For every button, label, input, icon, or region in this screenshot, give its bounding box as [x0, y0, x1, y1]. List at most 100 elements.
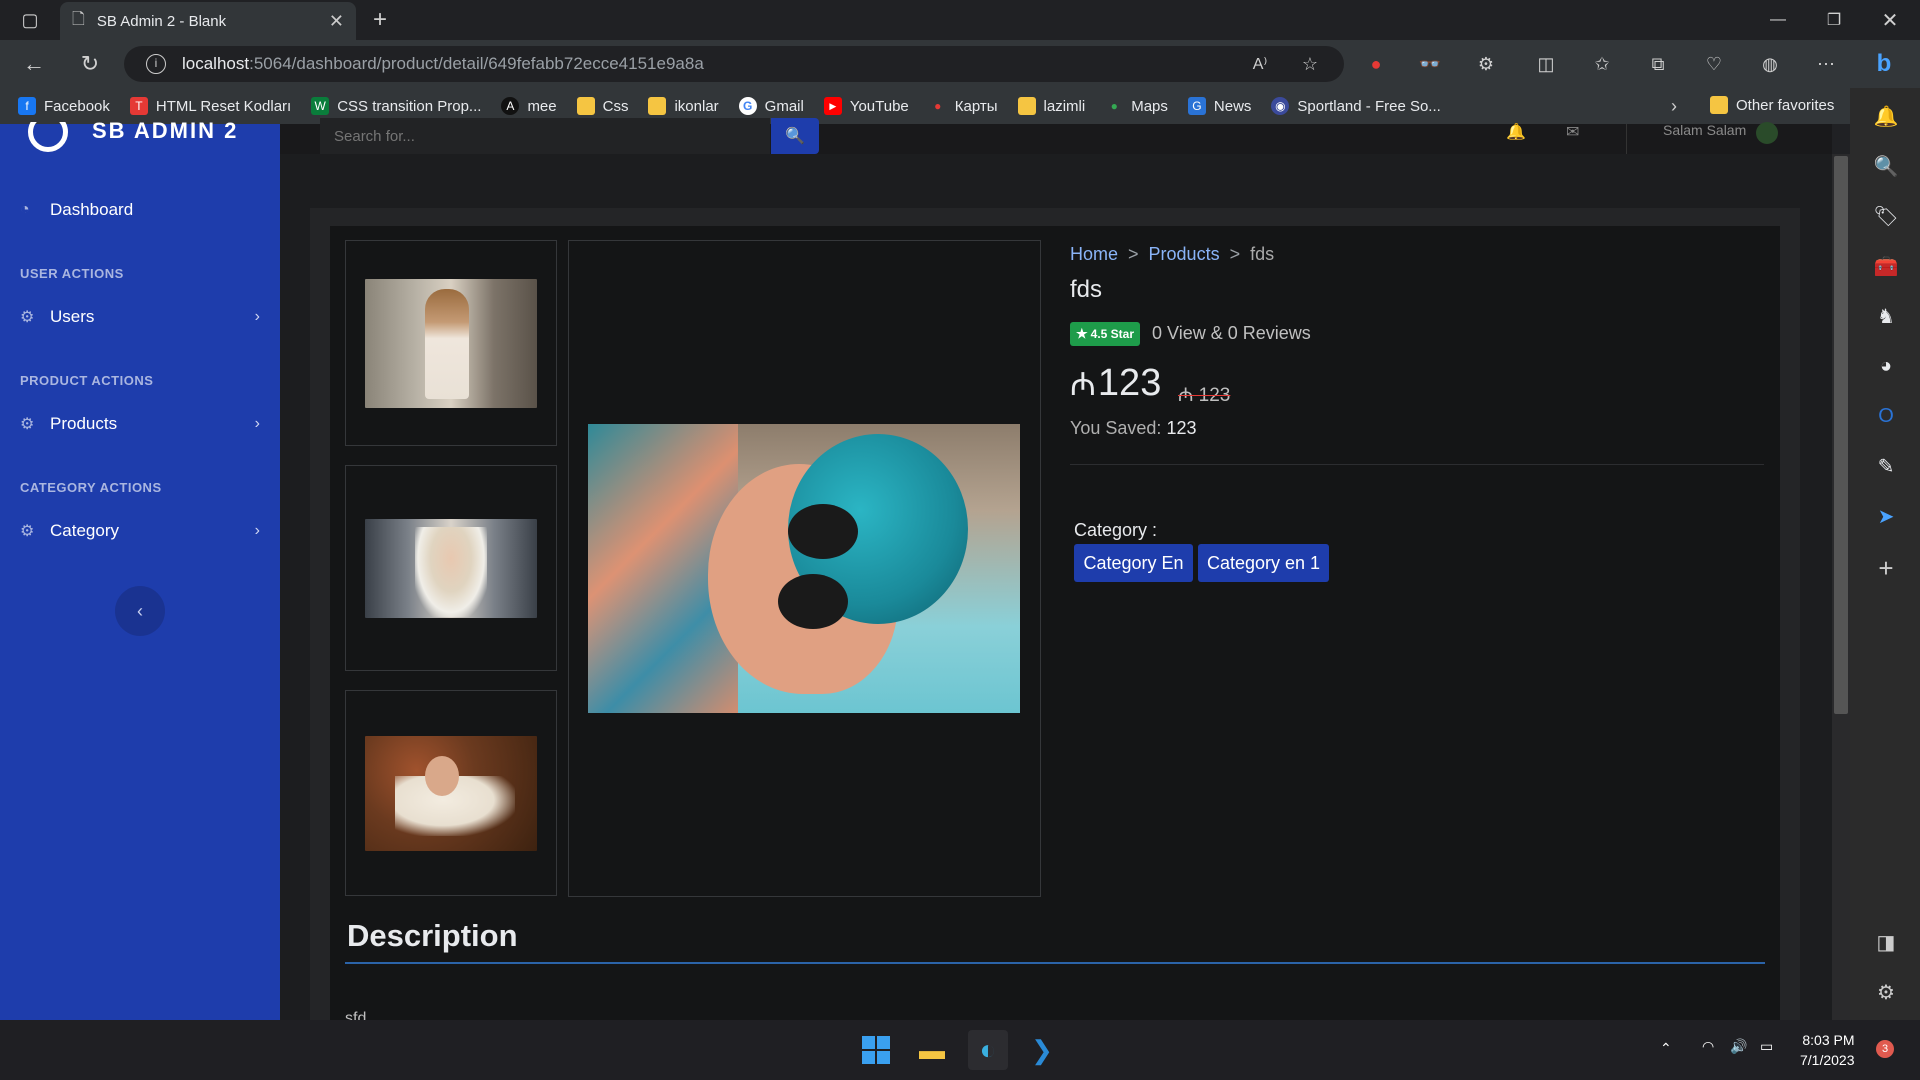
- add-icon[interactable]: +: [1866, 548, 1906, 588]
- breadcrumb-separator: >: [1229, 244, 1241, 264]
- breadcrumb-products[interactable]: Products: [1149, 244, 1220, 265]
- sidebar-item-users[interactable]: ⚙ Users ›: [20, 307, 260, 327]
- section-heading-user-actions: USER ACTIONS: [20, 266, 124, 281]
- category-tag-1[interactable]: Category En: [1074, 544, 1193, 582]
- edge-browser-icon[interactable]: ◐: [968, 1030, 1008, 1070]
- clock-time: 8:03 PM: [1802, 1032, 1855, 1048]
- close-window-button[interactable]: ✕: [1862, 0, 1918, 40]
- sidebar-toggle-icon[interactable]: ◨: [1866, 922, 1906, 962]
- sportland-icon: ◉: [1271, 97, 1290, 115]
- designer-icon[interactable]: ✎: [1866, 446, 1906, 486]
- search-input[interactable]: [320, 118, 770, 154]
- search-button[interactable]: 🔍: [771, 118, 819, 154]
- sidebar-item-category[interactable]: ⚙ Category ›: [20, 521, 260, 541]
- bookmark-folder-css[interactable]: Css: [576, 97, 628, 115]
- cog-icon: ⚙: [20, 416, 35, 433]
- extensions-icon[interactable]: ⚙: [1468, 46, 1504, 82]
- thumbnail-2[interactable]: [345, 465, 557, 671]
- map-pin-icon: ●: [1110, 99, 1118, 113]
- chevron-right-icon: ›: [254, 415, 260, 432]
- vscode-icon[interactable]: ❯: [1022, 1030, 1062, 1070]
- clock[interactable]: 8:03 PM 7/1/2023: [1800, 1030, 1855, 1070]
- favorite-star-icon[interactable]: ☆: [1292, 46, 1328, 82]
- extension-glasses-icon[interactable]: 👓: [1412, 46, 1448, 82]
- wifi-icon[interactable]: ◠: [1702, 1038, 1714, 1055]
- more-menu-icon[interactable]: ⋯: [1808, 46, 1844, 82]
- thumbnail-3[interactable]: [345, 690, 557, 896]
- restore-button[interactable]: ❐: [1806, 0, 1862, 40]
- favorites-icon[interactable]: ✩: [1584, 46, 1620, 82]
- read-aloud-icon[interactable]: A⁾: [1242, 46, 1278, 82]
- breadcrumb: Home > Products > fds: [1070, 244, 1274, 265]
- tab-actions-icon[interactable]: ▢: [12, 2, 48, 38]
- settings-gear-icon[interactable]: ⚙: [1866, 972, 1906, 1012]
- product-title: fds: [1070, 276, 1103, 303]
- info-icon[interactable]: i: [146, 54, 166, 74]
- sidebar-collapse-button[interactable]: ‹: [115, 586, 165, 636]
- minimize-button[interactable]: —: [1750, 0, 1806, 40]
- microsoft365-icon[interactable]: ◕: [1866, 346, 1906, 386]
- thumbnail-1[interactable]: [345, 240, 557, 446]
- bookmark-youtube[interactable]: ▶ YouTube: [823, 97, 909, 115]
- folder-icon: [648, 97, 667, 115]
- search-icon: 🔍: [785, 128, 805, 145]
- user-name[interactable]: Salam Salam: [1663, 122, 1746, 138]
- bing-copilot-icon[interactable]: b: [1866, 46, 1902, 82]
- bookmark-folder-ikonlar[interactable]: ikonlar: [648, 97, 719, 115]
- you-saved: You Saved: 123: [1070, 418, 1197, 438]
- send-icon[interactable]: ➤: [1866, 496, 1906, 536]
- battery-icon[interactable]: ▭: [1760, 1038, 1773, 1055]
- bookmark-gmail[interactable]: G Gmail: [738, 97, 804, 115]
- sidebar-item-dashboard[interactable]: ◔ Dashboard: [20, 200, 260, 220]
- close-tab-icon[interactable]: ✕: [329, 11, 344, 32]
- mee-icon: A: [501, 97, 520, 115]
- notification-badge[interactable]: 3: [1876, 1040, 1894, 1058]
- windows-taskbar: [0, 1020, 1920, 1080]
- chevron-up-icon[interactable]: ⌃: [1660, 1040, 1672, 1057]
- map-pin-icon: ●: [934, 99, 942, 113]
- bookmark-karty[interactable]: ● Карты: [929, 97, 997, 115]
- bookmark-facebook[interactable]: f Facebook: [18, 97, 110, 115]
- games-icon[interactable]: ♞: [1866, 296, 1906, 336]
- outlook-icon[interactable]: O: [1866, 396, 1906, 436]
- reload-button[interactable]: ↻: [72, 46, 108, 82]
- windows-start-icon[interactable]: [856, 1030, 896, 1070]
- address-bar[interactable]: i localhost:5064/dashboard/product/detai…: [124, 46, 1344, 82]
- extension-red-icon[interactable]: ●: [1358, 46, 1394, 82]
- file-explorer-icon[interactable]: ▬: [912, 1030, 952, 1070]
- bookmark-html-reset[interactable]: T HTML Reset Kodları: [129, 97, 291, 115]
- browser-essentials-icon[interactable]: ♡: [1696, 46, 1732, 82]
- back-button[interactable]: ←: [16, 46, 52, 82]
- shopping-tag-icon[interactable]: 🏷: [1866, 196, 1906, 236]
- breadcrumb-home[interactable]: Home: [1070, 244, 1118, 265]
- search-icon[interactable]: 🔍: [1866, 146, 1906, 186]
- bookmark-folder-lazimli[interactable]: lazimli: [1017, 97, 1085, 115]
- sidebar-item-products[interactable]: ⚙ Products ›: [20, 414, 260, 434]
- profile-avatar[interactable]: ◍: [1752, 46, 1788, 82]
- bell-icon[interactable]: 🔔: [1866, 96, 1906, 136]
- bookmark-mee[interactable]: Amee: [501, 97, 557, 115]
- bookmark-maps[interactable]: ● Maps: [1105, 97, 1168, 115]
- volume-icon[interactable]: 🔊: [1730, 1038, 1747, 1055]
- alerts-bell-icon[interactable]: 🔔: [1506, 122, 1526, 142]
- bookmark-news[interactable]: G News: [1187, 97, 1251, 115]
- new-tab-button[interactable]: +: [362, 2, 398, 38]
- views-reviews-count: 0 View & 0 Reviews: [1152, 323, 1311, 343]
- collections-icon[interactable]: ⧉: [1640, 46, 1676, 82]
- chevron-left-icon: ‹: [137, 600, 143, 621]
- split-screen-icon[interactable]: ◫: [1528, 46, 1564, 82]
- tools-icon[interactable]: 🧰: [1866, 246, 1906, 286]
- chevron-right-icon[interactable]: ›: [1656, 88, 1692, 124]
- category-tag-2[interactable]: Category en 1: [1198, 544, 1329, 582]
- bookmark-sportland[interactable]: ◉ Sportland - Free So...: [1271, 97, 1441, 115]
- bookmark-css-transition[interactable]: W CSS transition Prop...: [311, 97, 481, 115]
- brand-title[interactable]: SB ADMIN 2: [92, 118, 238, 144]
- user-avatar[interactable]: [1756, 122, 1778, 144]
- scrollbar-thumb[interactable]: [1834, 156, 1848, 714]
- other-favorites[interactable]: Other favorites: [1710, 96, 1834, 114]
- messages-envelope-icon[interactable]: ✉: [1566, 122, 1579, 142]
- browser-tab[interactable]: 🗋 SB Admin 2 - Blank ✕: [60, 2, 356, 40]
- youtube-icon: ▶: [823, 97, 842, 115]
- tab-title: SB Admin 2 - Blank: [96, 12, 227, 30]
- app-sidebar: [0, 124, 280, 1020]
